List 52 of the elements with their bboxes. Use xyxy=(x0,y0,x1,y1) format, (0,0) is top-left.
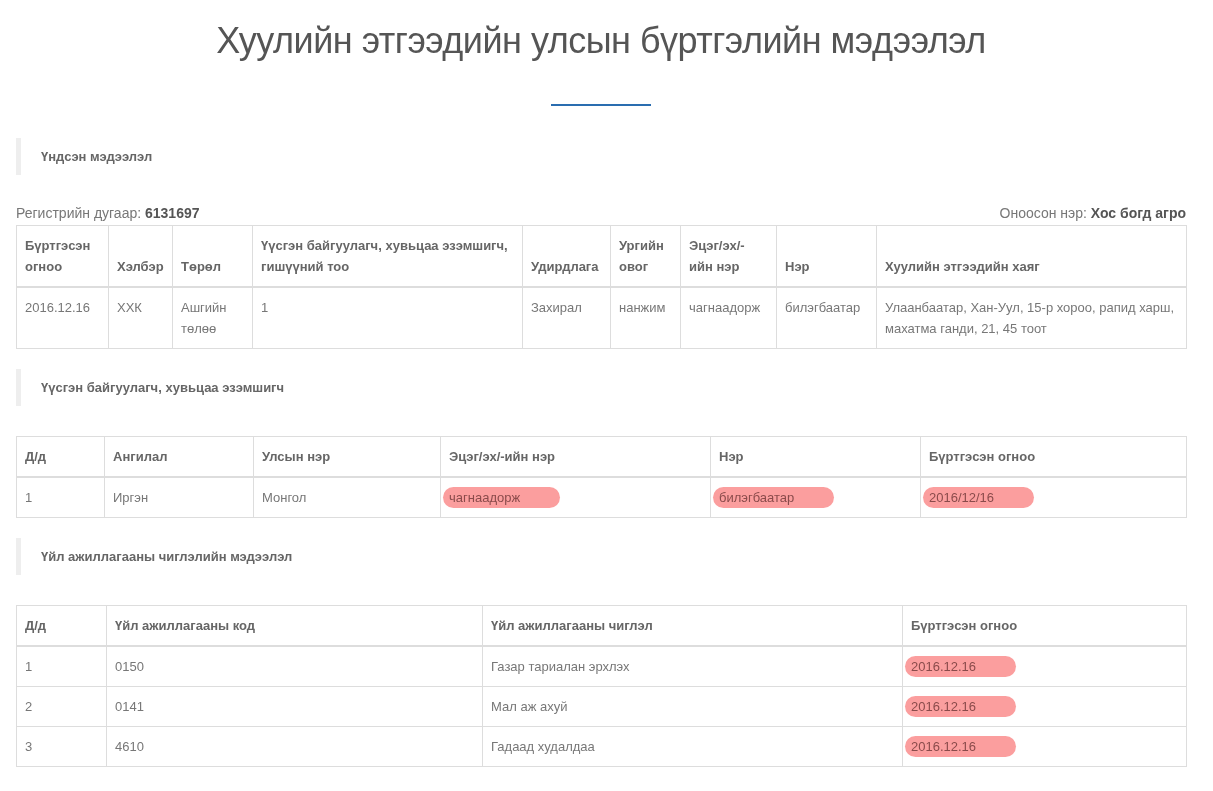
column-header: Бүртгэсэн огноо xyxy=(902,605,1187,646)
table-cell: 3 xyxy=(16,726,107,767)
column-header: Бүртгэсэн огноо xyxy=(16,225,109,287)
table-cell: Улаанбаатар, Хан-Уул, 15-р хороо, рапид харш, махатма ганди, 21, 45 тоот xyxy=(876,287,1187,349)
table-cell: Иргэн xyxy=(104,477,254,518)
section-heading: Үндсэн мэдээлэл xyxy=(16,138,173,175)
column-header: Д/д xyxy=(16,436,105,477)
table-cell: 1 xyxy=(16,646,107,687)
table-cell: Газар тариалан эрхлэх xyxy=(482,646,903,687)
table-cell: чагнаадорж xyxy=(680,287,777,349)
table-cell: ХХК xyxy=(108,287,173,349)
table-cell: 0141 xyxy=(106,686,483,727)
column-header: Ургийн овог xyxy=(610,225,681,287)
table-cell: Мал аж ахуй xyxy=(482,686,903,727)
register-number: Регистрийн дугаар: 6131697 xyxy=(16,205,200,221)
table-cell: 0150 xyxy=(106,646,483,687)
column-header: Үүсгэн байгуулагч, хувьцаа эзэмшигч, гишүүний тоо xyxy=(252,225,523,287)
column-header: Хуулийн этгээдийн хаяг xyxy=(876,225,1187,287)
column-header: Нэр xyxy=(710,436,921,477)
company-name: Оноосон нэр: Хос богд агро xyxy=(999,205,1186,221)
table-cell: 2016.12.16 xyxy=(16,287,109,349)
highlighted-text: 2016/12/16 xyxy=(923,487,1035,508)
highlighted-text: 2016.12.16 xyxy=(905,656,1017,677)
section-heading: Үүсгэн байгуулагч, хувьцаа эзэмшигч xyxy=(16,369,305,406)
column-header: Ангилал xyxy=(104,436,254,477)
page-title: Хуулийн этгээдийн улсын бүртгэлийн мэдээлэл xyxy=(215,20,987,62)
highlighted-text: билэгбаатар xyxy=(713,487,835,508)
table-cell: нанжим xyxy=(610,287,681,349)
highlighted-text: 2016.12.16 xyxy=(905,736,1017,757)
column-header: Эцэг/эх/-ийн нэр xyxy=(680,225,777,287)
table-cell: Ашгийн төлөө xyxy=(172,287,253,349)
table-cell: билэгбаатар xyxy=(776,287,877,349)
table-cell: Захирал xyxy=(522,287,611,349)
table-cell: 2 xyxy=(16,686,107,727)
table-cell: Гадаад худалдаа xyxy=(482,726,903,767)
section-heading: Үйл ажиллагааны чиглэлийн мэдээлэл xyxy=(16,538,313,575)
column-header: Үйл ажиллагааны чиглэл xyxy=(482,605,903,646)
column-header: Хэлбэр xyxy=(108,225,173,287)
highlighted-text: 2016.12.16 xyxy=(905,696,1017,717)
table-cell: 1 xyxy=(252,287,523,349)
column-header: Эцэг/эх/-ийн нэр xyxy=(440,436,711,477)
column-header: Удирдлага xyxy=(522,225,611,287)
column-header: Нэр xyxy=(776,225,877,287)
highlighted-text: чагнаадорж xyxy=(443,487,561,508)
column-header: Улсын нэр xyxy=(253,436,441,477)
table-cell: 1 xyxy=(16,477,105,518)
column-header: Бүртгэсэн огноо xyxy=(920,436,1187,477)
column-header: Төрөл xyxy=(172,225,253,287)
column-header: Үйл ажиллагааны код xyxy=(106,605,483,646)
table-cell: Монгол xyxy=(253,477,441,518)
column-header: Д/д xyxy=(16,605,107,646)
table-cell: 4610 xyxy=(106,726,483,767)
